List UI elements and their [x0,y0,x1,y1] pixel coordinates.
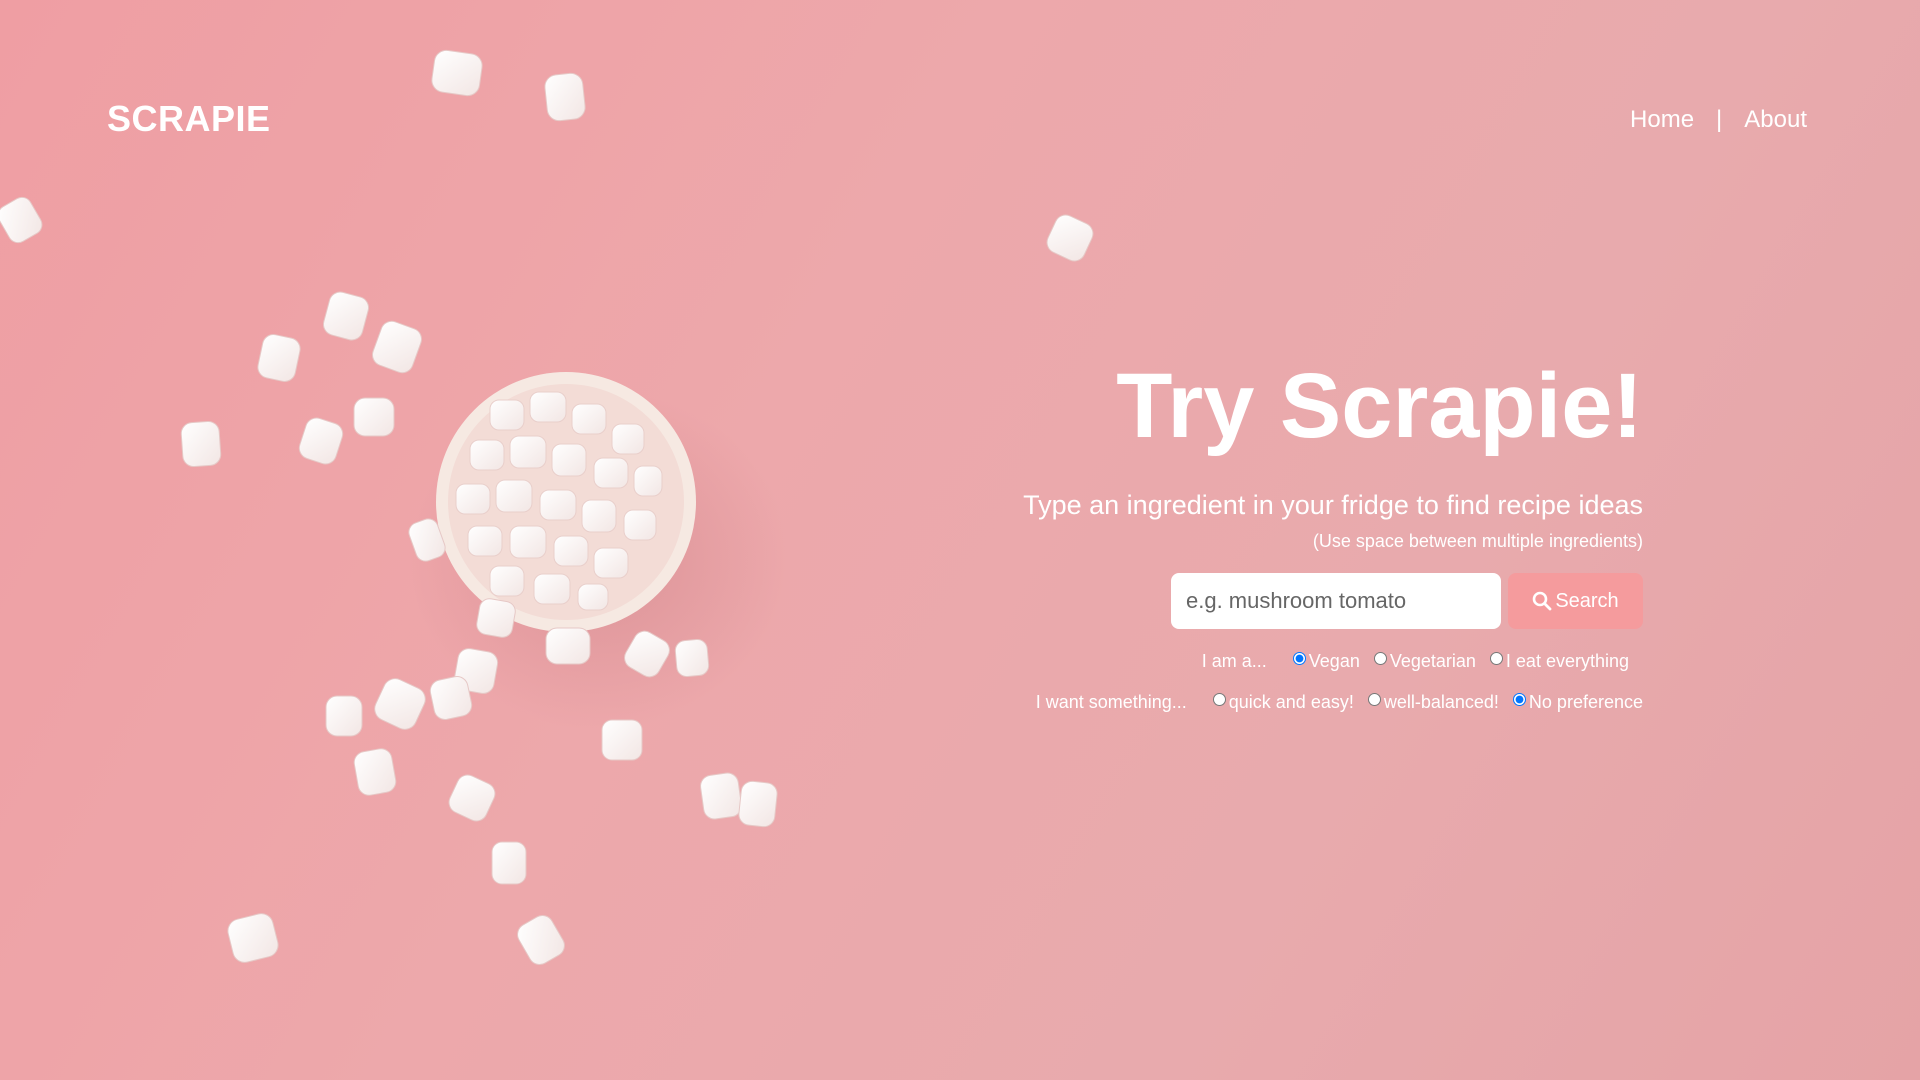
search-hint: (Use space between multiple ingredients) [1312,531,1643,551]
diet-option-vegan[interactable]: Vegan [1292,651,1360,672]
hero-subtitle: Type an ingredient in your fridge to fin… [1023,490,1643,520]
preference-options: I want something... quick and easy! well… [883,692,1643,713]
diet-vegan-radio[interactable] [1292,652,1306,665]
diet-option-everything[interactable]: I eat everything [1489,651,1629,672]
site-logo[interactable]: SCRAPIE [107,98,271,140]
diet-options: I am a... Vegan Vegetarian I eat everyth… [883,651,1643,672]
diet-vegetarian-label: Vegetarian [1389,651,1476,671]
search-form: Search [883,573,1643,629]
diet-vegan-label: Vegan [1308,651,1360,671]
main-nav: Home | About [1630,106,1807,134]
preference-option-none[interactable]: No preference [1512,692,1643,713]
ingredient-search-input[interactable] [1171,573,1501,629]
diet-option-vegetarian[interactable]: Vegetarian [1373,651,1476,672]
preference-balanced-radio[interactable] [1367,693,1381,706]
diet-vegetarian-radio[interactable] [1373,652,1387,665]
search-icon [1533,591,1552,611]
diet-lead-label: I am a... [1201,651,1267,671]
preference-none-label: No preference [1528,692,1643,712]
preference-option-quick[interactable]: quick and easy! [1212,692,1354,713]
search-button[interactable]: Search [1508,573,1643,629]
preference-quick-label: quick and easy! [1228,692,1354,712]
hero-title: Try Scrapie! [1116,355,1643,457]
preference-balanced-label: well-balanced! [1383,692,1499,712]
nav-separator: | [1716,106,1723,133]
nav-home-link[interactable]: Home [1630,106,1694,134]
diet-everything-radio[interactable] [1489,652,1503,665]
hero-section: Try Scrapie! Type an ingredient in your … [883,360,1643,713]
nav-about-link[interactable]: About [1744,106,1807,134]
preference-none-radio[interactable] [1512,693,1526,706]
preference-lead-label: I want something... [1035,692,1187,712]
preference-option-balanced[interactable]: well-balanced! [1367,692,1499,713]
preference-quick-radio[interactable] [1212,693,1226,706]
search-button-label: Search [1555,589,1619,612]
diet-everything-label: I eat everything [1505,651,1629,671]
